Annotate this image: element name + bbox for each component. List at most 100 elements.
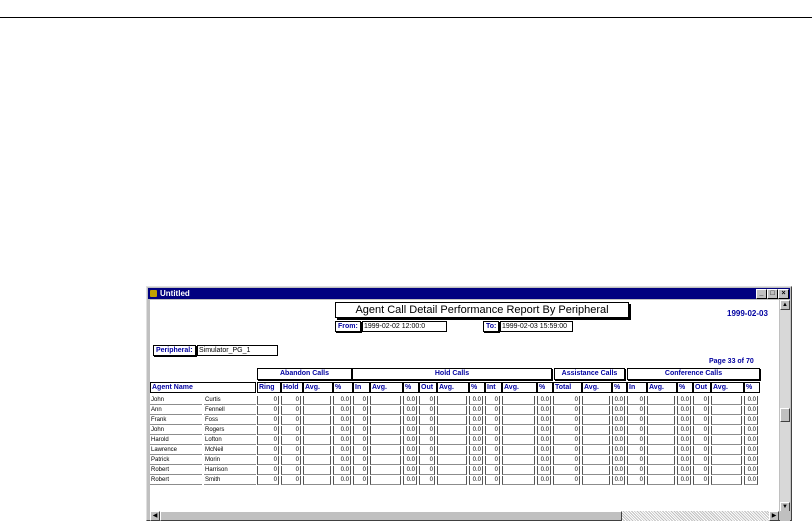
close-button[interactable]: × [778, 289, 789, 299]
scrollbar-corner [780, 511, 790, 521]
column-header: Avg. [647, 382, 677, 393]
first-name-cell: Ann [150, 406, 202, 415]
value-cell [711, 416, 742, 425]
value-cell: 0 [485, 456, 500, 465]
to-label: To: [483, 321, 500, 332]
group-hold-calls: Hold Calls [352, 368, 552, 380]
vertical-scrollbar[interactable]: ▲ ▼ [780, 300, 790, 512]
column-header: Total [553, 382, 582, 393]
value-cell [437, 446, 467, 455]
value-cell: 0.0 [612, 426, 625, 435]
to-field[interactable]: 1999-02-03 15:59:00 [500, 321, 573, 332]
value-cell [502, 426, 535, 435]
value-cell: 0 [419, 446, 435, 455]
table-row[interactable]: Harold Lofton 0 0 0.0 0 0.0 0 0.0 0 0.0 0 0.0 0 0.0 0 0.… [150, 436, 779, 445]
value-cell: 0 [257, 436, 279, 445]
value-cell: 0 [257, 476, 279, 485]
value-cell: 0 [419, 466, 435, 475]
first-name-cell: Robert [150, 476, 202, 485]
last-name-cell: Lofton [204, 436, 256, 445]
last-name-cell: Foss [204, 416, 256, 425]
last-name-cell: Smith [204, 476, 256, 485]
report-title: Agent Call Detail Performance Report By … [335, 302, 629, 318]
value-cell [370, 456, 401, 465]
minimize-button[interactable]: _ [756, 289, 767, 299]
value-cell: 0.0 [469, 416, 483, 425]
value-cell: 0 [693, 436, 709, 445]
value-cell: 0.0 [469, 466, 483, 475]
value-cell [711, 396, 742, 405]
table-row[interactable]: Patrick Morin 0 0 0.0 0 0.0 0 0.0 0 0.0 0 0.0 0 0.0 0 0.… [150, 456, 779, 465]
page-indicator: Page 33 of 70 [709, 358, 754, 365]
value-cell: 0 [627, 476, 645, 485]
table-row[interactable]: Ann Fennell 0 0 0.0 0 0.0 0 0.0 0 0.0 0 0.0 0 0.0 0 0.0 [150, 406, 779, 415]
scroll-left-icon[interactable]: ◀ [150, 511, 160, 521]
column-header: In [353, 382, 370, 393]
peripheral-field[interactable]: Simulator_PG_1 [197, 345, 278, 356]
column-header: % [469, 382, 485, 393]
value-cell [437, 426, 467, 435]
value-cell: 0 [419, 396, 435, 405]
value-cell: 0 [257, 396, 279, 405]
table-row[interactable]: Frank Foss 0 0 0.0 0 0.0 0 0.0 0 0.0 0 0.0 0 0.0 0 0.0 [150, 416, 779, 425]
value-cell: 0.0 [744, 436, 758, 445]
first-name-cell: Frank [150, 416, 202, 425]
value-cell [370, 476, 401, 485]
value-cell [711, 406, 742, 415]
report-area: Agent Call Detail Performance Report By … [150, 300, 779, 512]
value-cell: 0 [353, 456, 368, 465]
value-cell: 0.0 [677, 446, 691, 455]
column-header: Avg. [502, 382, 537, 393]
value-cell: 0 [627, 466, 645, 475]
value-cell [437, 396, 467, 405]
table-row[interactable]: Robert Harrison 0 0 0.0 0 0.0 0 0.0 0 0.0 0 0.0 0 0.0 0… [150, 466, 779, 475]
page-top-rule [0, 17, 812, 18]
from-field[interactable]: 1999-02-02 12:00:0 [362, 321, 447, 332]
value-cell: 0 [553, 466, 580, 475]
column-header: Hold [281, 382, 303, 393]
value-cell [711, 436, 742, 445]
value-cell: 0 [553, 396, 580, 405]
value-cell: 0 [485, 476, 500, 485]
value-cell [582, 456, 610, 465]
value-cell: 0.0 [333, 416, 351, 425]
column-header: Out [419, 382, 437, 393]
value-cell: 0 [281, 436, 301, 445]
value-cell: 0 [693, 396, 709, 405]
value-cell: 0.0 [469, 476, 483, 485]
title-bar[interactable]: Untitled _ □ × [148, 288, 790, 299]
table-row[interactable]: Robert Smith 0 0 0.0 0 0.0 0 0.0 0 0.0 0 0.0 0 0.0 0 0.0 [150, 476, 779, 485]
table-row[interactable]: John Curtis 0 0 0.0 0 0.0 0 0.0 0 0.0 0 0.0 0 0.0 0 0.0 [150, 396, 779, 405]
value-cell: 0 [353, 416, 368, 425]
horizontal-scroll-thumb[interactable] [160, 511, 622, 521]
column-header: Avg. [582, 382, 612, 393]
vertical-scroll-thumb[interactable] [780, 408, 790, 422]
value-cell [711, 476, 742, 485]
last-name-cell: Curtis [204, 396, 256, 405]
table-row[interactable]: Lawrence McNeil 0 0 0.0 0 0.0 0 0.0 0 0.0 0 0.0 0 0.0 0… [150, 446, 779, 455]
table-row[interactable]: John Rogers 0 0 0.0 0 0.0 0 0.0 0 0.0 0 0.0 0 0.0 0 0.0 [150, 426, 779, 435]
first-name-cell: John [150, 426, 202, 435]
value-cell: 0 [353, 476, 368, 485]
column-header: In [627, 382, 647, 393]
value-cell [647, 416, 675, 425]
value-cell: 0 [353, 406, 368, 415]
value-cell: 0 [485, 416, 500, 425]
value-cell [437, 416, 467, 425]
value-cell [647, 406, 675, 415]
value-cell [647, 456, 675, 465]
value-cell: 0.0 [403, 416, 417, 425]
value-cell: 0 [281, 426, 301, 435]
value-cell: 0 [281, 476, 301, 485]
value-cell: 0 [553, 416, 580, 425]
value-cell: 0.0 [333, 426, 351, 435]
scroll-right-icon[interactable]: ▶ [769, 511, 779, 521]
value-cell: 0.0 [333, 396, 351, 405]
horizontal-scrollbar[interactable]: ◀ ▶ [150, 511, 779, 521]
maximize-button[interactable]: □ [767, 289, 778, 299]
scroll-up-icon[interactable]: ▲ [780, 300, 790, 310]
value-cell [582, 436, 610, 445]
from-label: From: [335, 321, 361, 332]
column-header: Avg. [437, 382, 469, 393]
value-cell: 0.0 [537, 446, 551, 455]
